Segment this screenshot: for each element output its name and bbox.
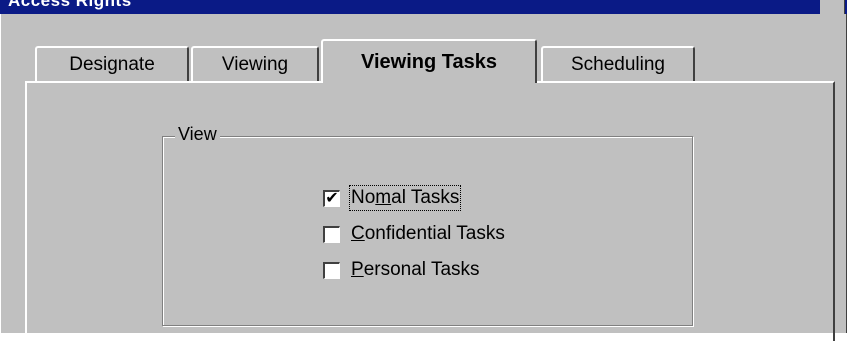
tab-panel: View ✔ Nomal Tasks Confidential Tasks Pe… — [25, 81, 835, 341]
normal-tasks-checkbox[interactable]: ✔ Nomal Tasks — [323, 185, 462, 211]
checkbox-box[interactable]: ✔ — [323, 189, 340, 207]
tab-label: Designate — [69, 53, 155, 75]
view-groupbox: View ✔ Nomal Tasks Confidential Tasks Pe… — [162, 124, 693, 326]
personal-tasks-checkbox[interactable]: Personal Tasks — [323, 257, 480, 283]
tab-viewing[interactable]: Viewing — [191, 46, 319, 81]
mnemonic-letter: m — [375, 187, 392, 208]
mnemonic-letter: P — [351, 259, 364, 280]
checkbox-label[interactable]: Personal Tasks — [351, 259, 480, 281]
tab-scheduling[interactable]: Scheduling — [541, 46, 695, 81]
dialog-body: Designate Viewing Viewing Tasks Scheduli… — [0, 14, 847, 341]
checkbox-box[interactable] — [323, 225, 340, 243]
title-bar[interactable]: Access Rights — [0, 0, 847, 14]
checkbox-label[interactable]: Confidential Tasks — [351, 223, 505, 245]
tab-designate[interactable]: Designate — [35, 46, 189, 81]
confidential-tasks-checkbox[interactable]: Confidential Tasks — [323, 221, 505, 247]
window-title: Access Rights — [8, 0, 132, 10]
tab-label: Viewing Tasks — [361, 50, 497, 73]
mnemonic-letter: C — [351, 223, 365, 244]
tab-label: Viewing — [221, 53, 289, 75]
checkbox-box[interactable] — [323, 261, 340, 279]
tab-viewing-tasks[interactable]: Viewing Tasks — [321, 39, 537, 83]
close-button[interactable] — [820, 0, 845, 14]
tab-label: Scheduling — [570, 53, 666, 75]
groupbox-label: View — [175, 124, 220, 145]
checkbox-label[interactable]: Nomal Tasks — [348, 185, 462, 211]
